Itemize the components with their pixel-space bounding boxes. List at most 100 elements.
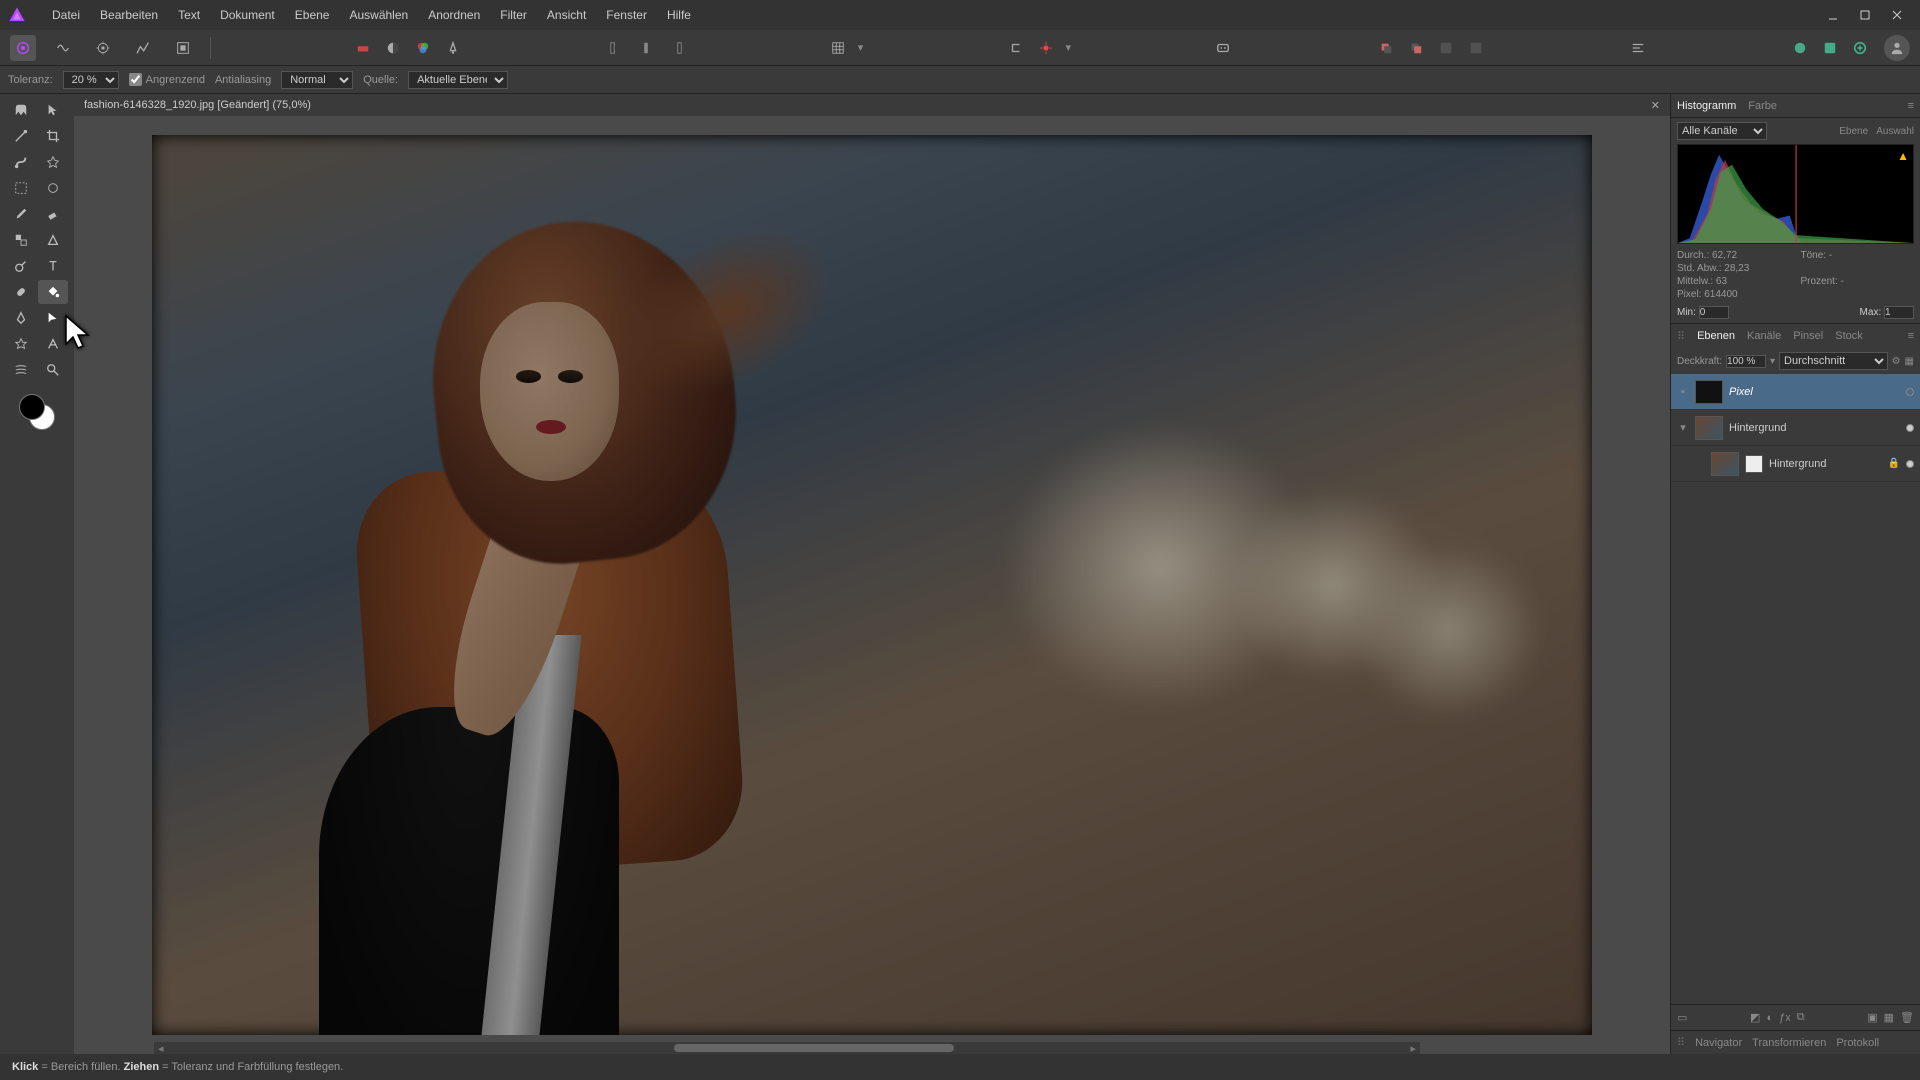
close-document-icon[interactable]: ✕ — [1651, 99, 1660, 112]
source-select[interactable]: Aktuelle Ebene — [408, 71, 508, 89]
foreground-color[interactable] — [19, 394, 45, 420]
layer-name[interactable]: Hintergrund — [1769, 458, 1882, 470]
move-front-icon[interactable] — [1406, 38, 1426, 58]
erase-brush-tool[interactable] — [38, 202, 68, 226]
node-tool[interactable] — [38, 306, 68, 330]
tone-map-persona[interactable] — [130, 35, 156, 61]
show-margins-icon[interactable] — [666, 38, 686, 58]
auto-contrast-icon[interactable] — [383, 38, 403, 58]
layers-menu-icon[interactable]: ≡ — [1908, 330, 1914, 342]
layer-visibility-toggle[interactable] — [1906, 460, 1914, 468]
antialias-label[interactable]: Antialiasing — [215, 74, 271, 86]
crop-tool[interactable] — [38, 124, 68, 148]
placeholder-tool[interactable] — [38, 176, 68, 200]
dodge-tool[interactable] — [6, 254, 36, 278]
scrollbar-thumb[interactable] — [674, 1044, 954, 1052]
liquify-persona[interactable] — [50, 35, 76, 61]
shape-tool[interactable] — [6, 332, 36, 356]
panel-drag-icon[interactable]: ⠿ — [1677, 330, 1685, 343]
show-guides-icon[interactable] — [636, 38, 656, 58]
hist-selection-mode[interactable]: Auswahl — [1876, 126, 1914, 137]
window-close[interactable] — [1882, 5, 1912, 25]
histogram-channel-select[interactable]: Alle Kanäle — [1677, 122, 1767, 140]
menu-help[interactable]: Hilfe — [657, 4, 701, 26]
mask-layer-icon[interactable]: ◩ — [1750, 1011, 1760, 1024]
inpainting-tool[interactable] — [38, 228, 68, 252]
layer-row[interactable]: ▪ Pixel — [1671, 374, 1920, 410]
healing-tool[interactable] — [6, 280, 36, 304]
add-stock-icon[interactable] — [1790, 38, 1810, 58]
menu-window[interactable]: Fenster — [596, 4, 657, 26]
paint-brush-tool[interactable] — [6, 202, 36, 226]
tab-histogram[interactable]: Histogramm — [1677, 100, 1736, 112]
tab-stock[interactable]: Stock — [1835, 330, 1863, 342]
canvas-viewport[interactable] — [74, 116, 1670, 1054]
flood-fill-tool[interactable] — [38, 280, 68, 304]
zoom-tool[interactable] — [38, 358, 68, 382]
add-layer-icon[interactable]: ▦ — [1884, 1011, 1894, 1024]
hist-layer-mode[interactable]: Ebene — [1839, 126, 1868, 137]
tab-channels[interactable]: Kanäle — [1747, 330, 1781, 342]
lock-icon[interactable]: 🔒 — [1888, 458, 1900, 469]
auto-levels-icon[interactable] — [353, 38, 373, 58]
add-asset-icon[interactable] — [1850, 38, 1870, 58]
tolerance-select[interactable]: 20 % — [63, 71, 119, 89]
force-pixel-align-icon[interactable] — [1036, 38, 1056, 58]
layer-name[interactable]: Pixel — [1729, 386, 1900, 398]
arrange-icon[interactable] — [1436, 38, 1456, 58]
layer-visibility-toggle[interactable] — [1906, 388, 1914, 396]
layer-row[interactable]: ▾ Hintergrund — [1671, 410, 1920, 446]
add-content-icon[interactable] — [1820, 38, 1840, 58]
window-minimize[interactable] — [1818, 5, 1848, 25]
horizontal-scrollbar[interactable]: ◂ ▸ — [154, 1042, 1420, 1054]
tab-transform[interactable]: Transformieren — [1752, 1037, 1826, 1049]
menu-select[interactable]: Auswählen — [339, 4, 418, 26]
move-back-icon[interactable] — [1376, 38, 1396, 58]
snap-icon[interactable] — [1006, 38, 1026, 58]
arrange2-icon[interactable] — [1466, 38, 1486, 58]
layer-expand-icon[interactable]: ▪ — [1677, 386, 1689, 398]
menu-edit[interactable]: Bearbeiten — [90, 4, 168, 26]
view-tool[interactable] — [6, 98, 36, 122]
blend-mode-select[interactable]: Normal — [281, 71, 353, 89]
text-frame-tool[interactable] — [38, 254, 68, 278]
fx-layer-icon[interactable]: ƒx — [1779, 1012, 1791, 1024]
layer-visibility-toggle[interactable] — [1906, 424, 1914, 432]
layer-expand-icon[interactable]: ▾ — [1677, 422, 1689, 434]
marquee-tool[interactable] — [6, 176, 36, 200]
assistant-icon[interactable] — [1213, 38, 1233, 58]
color-picker-tool[interactable] — [6, 124, 36, 148]
auto-wb-icon[interactable] — [443, 38, 463, 58]
account-button[interactable] — [1884, 35, 1910, 61]
artistic-text-tool[interactable] — [38, 332, 68, 356]
tab-brush[interactable]: Pinsel — [1793, 330, 1823, 342]
menu-layer[interactable]: Ebene — [285, 4, 340, 26]
hist-max-input[interactable] — [1884, 306, 1914, 319]
group-layer-icon[interactable]: ▣ — [1867, 1011, 1877, 1024]
flood-select-tool[interactable] — [38, 150, 68, 174]
live-filter-icon[interactable]: ⧉ — [1797, 1011, 1805, 1024]
layer-row[interactable]: Hintergrund 🔒 — [1671, 446, 1920, 482]
grid-manager-icon[interactable] — [828, 38, 848, 58]
delete-layer-icon[interactable]: 🗑 — [1900, 1011, 1914, 1024]
menu-text[interactable]: Text — [168, 4, 210, 26]
develop-persona[interactable] — [90, 35, 116, 61]
pen-tool[interactable] — [6, 306, 36, 330]
tab-layers[interactable]: Ebenen — [1697, 330, 1735, 342]
photo-persona[interactable] — [10, 35, 36, 61]
color-swatches[interactable] — [17, 392, 57, 432]
window-maximize[interactable] — [1850, 5, 1880, 25]
document-tab[interactable]: fashion-6146328_1920.jpg [Geändert] (75,… — [84, 99, 311, 111]
mesh-warp-tool[interactable] — [6, 358, 36, 382]
menu-filter[interactable]: Filter — [490, 4, 537, 26]
layer-name[interactable]: Hintergrund — [1729, 422, 1900, 434]
adjust-layer-icon[interactable]: ◐ — [1766, 1012, 1773, 1024]
tab-navigator[interactable]: Navigator — [1695, 1037, 1742, 1049]
opacity-input[interactable] — [1726, 355, 1766, 368]
selection-brush-tool[interactable] — [6, 150, 36, 174]
tab-color[interactable]: Farbe — [1748, 100, 1777, 112]
layer-settings-icon[interactable]: ⚙ — [1892, 356, 1901, 367]
align-icon[interactable] — [1628, 38, 1648, 58]
auto-colors-icon[interactable] — [413, 38, 433, 58]
show-grid-icon[interactable] — [606, 38, 626, 58]
